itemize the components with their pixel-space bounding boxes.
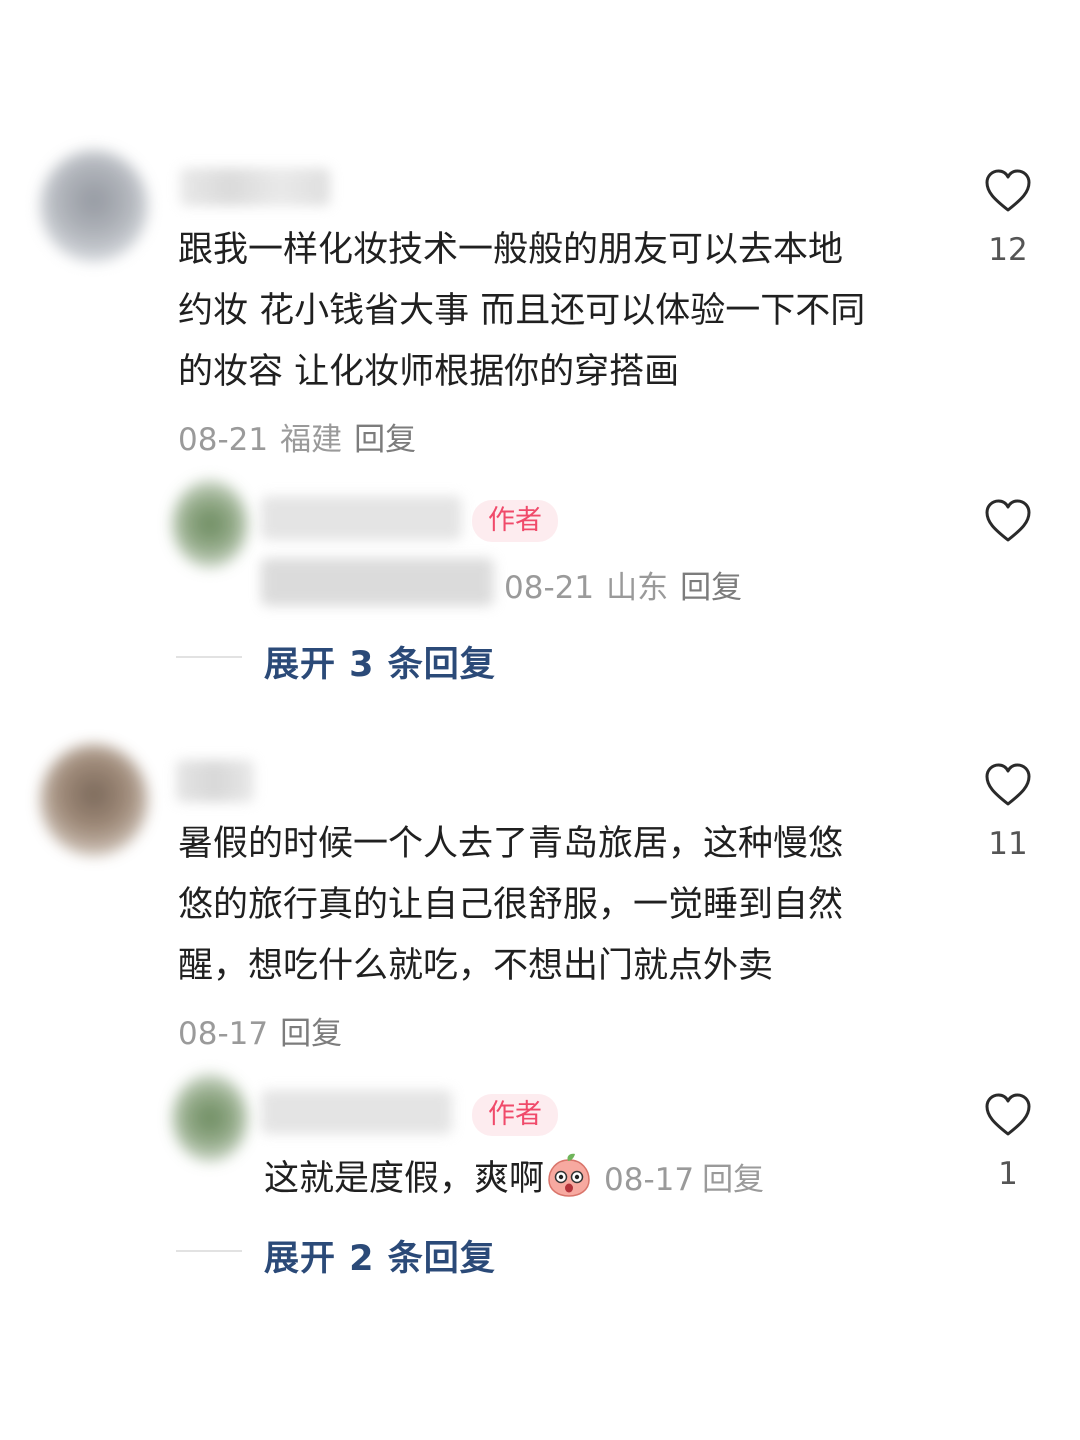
like-count: 11 bbox=[988, 826, 1028, 862]
comment-meta: 08-17 回复 bbox=[178, 1008, 354, 1053]
like-button[interactable] bbox=[984, 1092, 1032, 1142]
author-name-blurred[interactable] bbox=[262, 496, 462, 540]
expand-divider bbox=[176, 1250, 242, 1252]
author-reply: 这就是度假，爽啊 08-17 回复 bbox=[264, 1150, 764, 1201]
reply-button[interactable]: 回复 bbox=[680, 570, 742, 606]
reply-button[interactable]: 回复 bbox=[280, 1016, 342, 1052]
commenter-avatar[interactable] bbox=[40, 744, 148, 856]
author-reply-text-blurred bbox=[262, 558, 494, 606]
heart-icon bbox=[985, 169, 1031, 212]
reply-button[interactable]: 回复 bbox=[354, 422, 416, 458]
author-badge: 作者 bbox=[472, 1094, 558, 1136]
comment-line: 的妆容 让化妆师根据你的穿搭画 bbox=[178, 352, 680, 392]
reply-button[interactable]: 回复 bbox=[702, 1162, 764, 1198]
expand-divider bbox=[176, 656, 242, 658]
like-button[interactable] bbox=[984, 498, 1032, 548]
comment-line: 醒，想吃什么就吃，不想出门就点外卖 bbox=[178, 946, 774, 986]
author-reply-meta: 08-21 山东 回复 bbox=[504, 562, 754, 607]
like-button[interactable] bbox=[984, 168, 1032, 218]
comment-date: 08-17 bbox=[178, 1016, 269, 1052]
comment-line: 跟我一样化妆技术一般般的朋友可以去本地 bbox=[178, 230, 844, 270]
author-reply-location: 山东 bbox=[606, 570, 669, 606]
comment-text: 暑假的时候一个人去了青岛旅居，这种慢悠 悠的旅行真的让自己很舒服，一觉睡到自然 … bbox=[178, 814, 843, 997]
heart-icon bbox=[985, 1093, 1031, 1136]
heart-icon bbox=[985, 499, 1031, 542]
author-reply-date: 08-21 bbox=[504, 570, 595, 606]
expand-replies-button[interactable]: 展开 2 条回复 bbox=[264, 1230, 496, 1281]
peach-face-emoji-icon bbox=[548, 1153, 590, 1197]
expand-replies-button[interactable]: 展开 3 条回复 bbox=[264, 636, 496, 687]
author-reply-date: 08-17 bbox=[604, 1162, 695, 1198]
comment-location: 福建 bbox=[280, 422, 343, 458]
like-button[interactable] bbox=[984, 762, 1032, 812]
commenter-name-blurred[interactable] bbox=[176, 760, 254, 802]
heart-icon bbox=[985, 763, 1031, 806]
author-badge: 作者 bbox=[472, 500, 558, 542]
comment-meta: 08-21 福建 回复 bbox=[178, 414, 428, 459]
like-count: 12 bbox=[988, 232, 1028, 268]
commenter-avatar[interactable] bbox=[40, 150, 148, 262]
comment-date: 08-21 bbox=[178, 422, 269, 458]
author-avatar[interactable] bbox=[172, 480, 248, 568]
comment-line: 约妆 花小钱省大事 而且还可以体验一下不同 bbox=[178, 291, 866, 331]
author-reply-text: 这就是度假，爽啊 bbox=[264, 1159, 545, 1199]
like-count: 1 bbox=[998, 1156, 1018, 1192]
commenter-name-blurred[interactable] bbox=[180, 168, 330, 206]
author-avatar[interactable] bbox=[172, 1074, 248, 1162]
author-name-blurred[interactable] bbox=[262, 1090, 452, 1134]
comment-line: 暑假的时候一个人去了青岛旅居，这种慢悠 bbox=[178, 824, 844, 864]
comment-text: 跟我一样化妆技术一般般的朋友可以去本地 约妆 花小钱省大事 而且还可以体验一下不… bbox=[178, 220, 865, 403]
comment-line: 悠的旅行真的让自己很舒服，一觉睡到自然 bbox=[178, 885, 844, 925]
